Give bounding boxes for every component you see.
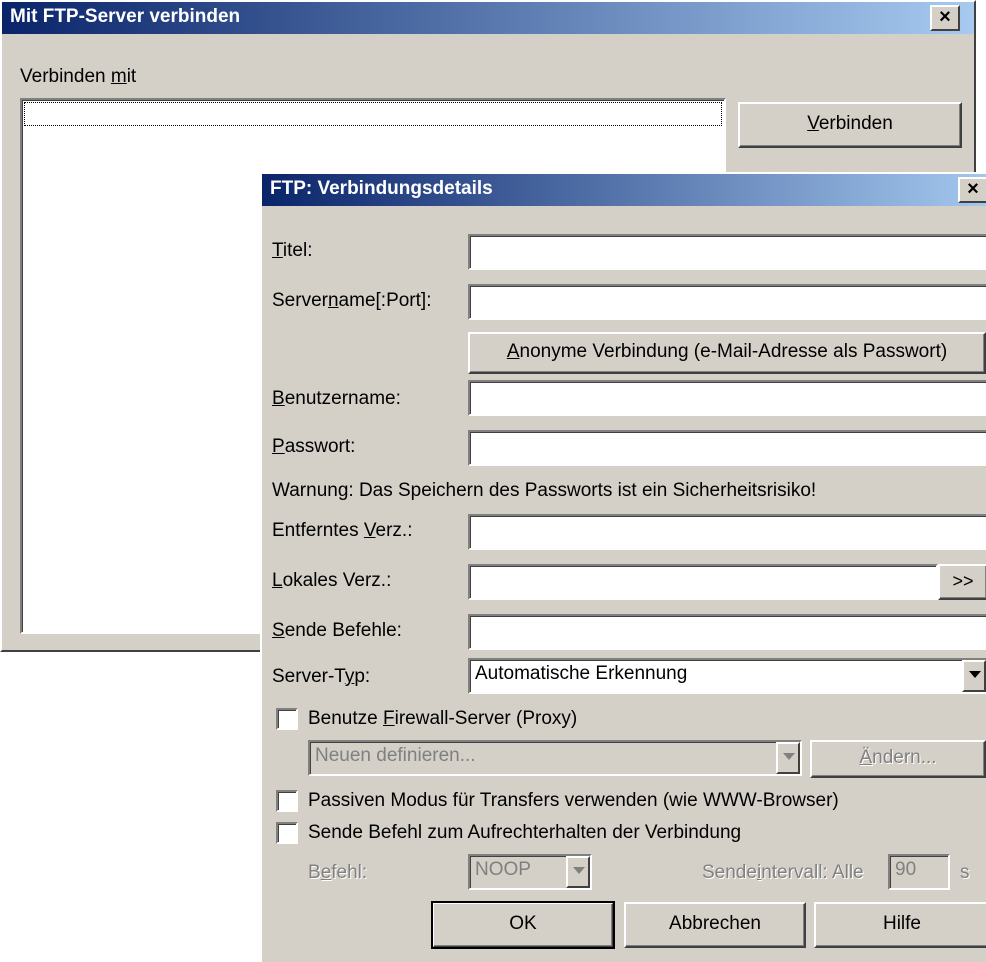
- password-label: Passwort:: [272, 436, 356, 457]
- remote-dir-label: Entferntes Verz.:: [272, 520, 413, 541]
- username-label: Benutzername:: [272, 388, 401, 409]
- connection-details-dialog: FTP: Verbindungsdetails × Titel: Servern…: [260, 172, 986, 962]
- send-commands-label: Sende Befehle:: [272, 620, 402, 641]
- firewall-server-dropdown-button[interactable]: [776, 742, 800, 774]
- local-dir-label: Lokales Verz.:: [272, 570, 392, 591]
- passive-mode-label[interactable]: Passiven Modus für Transfers verwenden (…: [308, 790, 839, 812]
- connect-window-title: Mit FTP-Server verbinden: [10, 6, 241, 27]
- connection-list-focus: [24, 102, 722, 126]
- title-input[interactable]: [468, 234, 986, 270]
- send-interval-input[interactable]: 90: [888, 854, 950, 890]
- send-interval-unit: s: [960, 862, 970, 883]
- change-firewall-button[interactable]: Ändern...: [810, 740, 986, 778]
- command-dropdown-button[interactable]: [566, 856, 590, 888]
- title-label: Titel:: [272, 240, 313, 261]
- send-interval-value: 90: [895, 859, 917, 880]
- password-input[interactable]: [468, 430, 986, 466]
- dialog-title: FTP: Verbindungsdetails: [270, 178, 493, 199]
- server-type-dropdown-button[interactable]: [962, 660, 986, 692]
- close-icon: ×: [967, 178, 979, 200]
- keepalive-label[interactable]: Sende Befehl zum Aufrechterhalten der Ve…: [308, 822, 741, 844]
- cancel-button[interactable]: Abbrechen: [624, 902, 806, 948]
- keepalive-checkbox[interactable]: [276, 822, 298, 844]
- local-dir-input[interactable]: [468, 564, 938, 600]
- connect-window-close-button[interactable]: ×: [930, 5, 960, 31]
- connect-window-titlebar[interactable]: Mit FTP-Server verbinden: [2, 2, 974, 34]
- passive-mode-checkbox[interactable]: [276, 790, 298, 812]
- server-type-select[interactable]: Automatische Erkennung: [468, 658, 986, 694]
- anonymous-connection-button[interactable]: Anonyme Verbindung (e-Mail-Adresse als P…: [468, 332, 986, 374]
- send-interval-label: Sendeintervall: Alle: [702, 862, 864, 883]
- username-input[interactable]: [468, 380, 986, 416]
- firewall-server-select[interactable]: Neuen definieren...: [308, 740, 802, 776]
- password-warning-text: Warnung: Das Speichern des Passworts ist…: [272, 480, 817, 501]
- firewall-server-value: Neuen definieren...: [315, 745, 476, 766]
- ok-button[interactable]: OK: [431, 901, 615, 949]
- remote-dir-input[interactable]: [468, 514, 986, 550]
- server-name-input[interactable]: [468, 284, 986, 320]
- browse-local-dir-button[interactable]: >>: [938, 564, 986, 600]
- command-label: Befehl:: [308, 862, 368, 883]
- server-name-label: Servername[:Port]:: [272, 290, 432, 311]
- firewall-checkbox[interactable]: [276, 708, 298, 730]
- command-select[interactable]: NOOP: [468, 854, 592, 890]
- dialog-close-button[interactable]: ×: [958, 177, 986, 203]
- firewall-checkbox-label[interactable]: Benutze Firewall-Server (Proxy): [308, 708, 577, 730]
- chevron-down-icon: [783, 753, 795, 760]
- close-icon: ×: [939, 6, 951, 28]
- send-commands-input[interactable]: [468, 614, 986, 650]
- server-type-value: Automatische Erkennung: [475, 663, 688, 684]
- help-button[interactable]: Hilfe: [814, 902, 986, 948]
- connect-with-label: Verbinden mit: [20, 66, 137, 87]
- server-type-label: Server-Typ:: [272, 666, 371, 687]
- chevron-down-icon: [969, 671, 981, 678]
- command-value: NOOP: [475, 859, 531, 880]
- dialog-titlebar[interactable]: FTP: Verbindungsdetails: [262, 174, 986, 206]
- connect-button[interactable]: Verbinden: [738, 102, 962, 148]
- chevron-down-icon: [573, 867, 585, 874]
